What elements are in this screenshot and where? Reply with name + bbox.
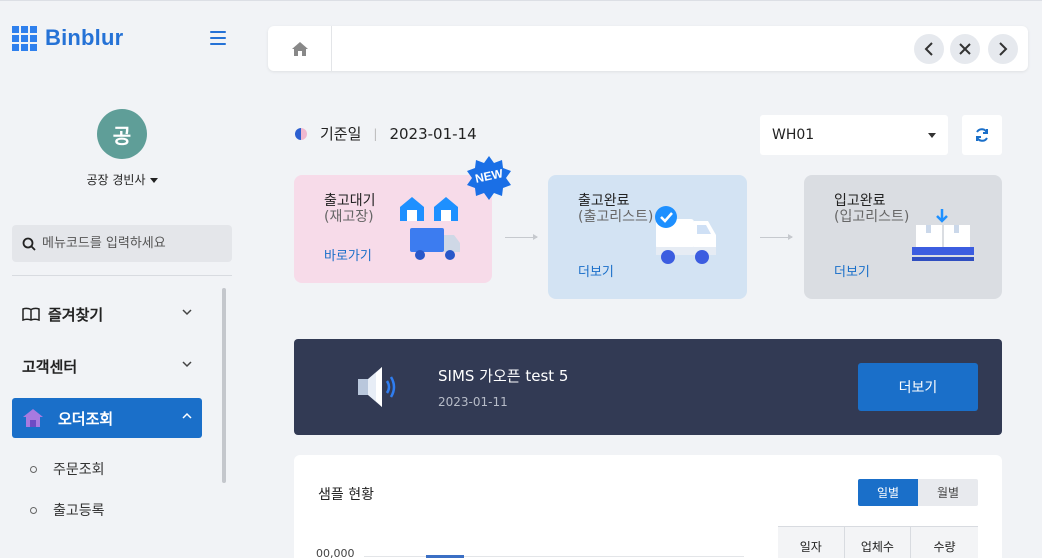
sample-table-header: 일자 업체수 수량 [778, 526, 978, 558]
logo-text: Binblur [45, 25, 124, 50]
sidebar: Binblur 공 공장 경빈사 즐겨찾기 고객센터 오더조회 주문조회 출고등… [0, 1, 244, 558]
menu-item-label: 오더조회 [58, 409, 114, 428]
user-name: 공장 경빈사 [86, 173, 146, 187]
notice-date: 2023-01-11 [438, 395, 508, 409]
search-icon [22, 237, 36, 251]
warehouse-truck-icon [400, 197, 460, 260]
chevron-down-icon [182, 309, 192, 316]
home-icon [291, 41, 308, 56]
prev-tab-button[interactable] [914, 34, 944, 64]
flow-arrow [505, 234, 538, 240]
avatar[interactable]: 공 [97, 109, 147, 159]
submenu-label: 주문조회 [53, 462, 105, 478]
card-link[interactable]: 더보기 [578, 261, 614, 280]
delivery-truck-check-icon [655, 206, 716, 264]
book-icon [22, 307, 40, 321]
notice-more-button[interactable]: 더보기 [858, 363, 978, 411]
warehouse-selected: WH01 [772, 127, 815, 143]
home-icon [23, 409, 43, 427]
column-header-date[interactable]: 일자 [778, 527, 845, 558]
column-header-quantity[interactable]: 수량 [911, 527, 978, 558]
menu-search-input[interactable] [42, 236, 222, 251]
warehouse-select[interactable]: WH01 [760, 115, 948, 155]
menu-item-customer-center[interactable]: 고객센터 [12, 346, 202, 386]
pallet-boxes-icon [912, 209, 974, 261]
close-tab-button[interactable] [950, 34, 980, 64]
submenu-label: 출고등록 [53, 503, 105, 519]
next-tab-button[interactable] [988, 34, 1018, 64]
y-axis-tick: 00,000 [316, 547, 355, 558]
brand-logo[interactable]: Binblur [12, 25, 123, 51]
separator: | [373, 126, 378, 141]
hamburger-menu-icon[interactable] [210, 31, 226, 45]
sidebar-scrollbar[interactable] [222, 288, 226, 483]
divider [12, 275, 232, 276]
refresh-button[interactable] [962, 115, 1002, 155]
card-title: 입고완료 [834, 193, 886, 209]
sample-title: 샘플 현황 [318, 487, 374, 503]
new-badge: NEW [466, 155, 512, 201]
bullet-icon [30, 506, 37, 514]
base-date-value[interactable]: 2023-01-14 [389, 125, 476, 143]
menu-item-label: 고객센터 [22, 357, 78, 376]
card-receiving-done[interactable]: 입고완료 (입고리스트) 더보기 [804, 175, 1002, 299]
menu-item-order-inquiry[interactable]: 오더조회 [12, 398, 202, 438]
base-date-label: 기준일 [320, 125, 362, 143]
chevron-down-icon [182, 361, 192, 368]
submenu-item-shipment-register[interactable]: 출고등록 [30, 500, 105, 520]
notice-title[interactable]: SIMS 가오픈 test 5 [438, 365, 568, 386]
close-icon [959, 43, 971, 55]
home-tab[interactable] [268, 26, 332, 71]
card-title: 출고완료 [578, 193, 630, 209]
menu-item-label: 즐겨찾기 [48, 305, 104, 324]
chevron-up-icon [182, 412, 192, 419]
sample-status-panel: 샘플 현황 일별 월별 00,000 일자 업체수 수량 [294, 455, 1002, 558]
card-title: 출고대기 [324, 193, 376, 209]
chevron-left-icon [924, 42, 933, 56]
dropdown-arrow-icon [928, 133, 936, 138]
column-header-vendor-count[interactable]: 업체수 [845, 527, 912, 558]
chevron-right-icon [999, 42, 1008, 56]
logo-grid-icon [12, 25, 37, 51]
menu-item-favorites[interactable]: 즐겨찾기 [12, 294, 202, 334]
card-shipment-done[interactable]: 출고완료 (출고리스트) 더보기 [548, 175, 747, 299]
tab-bar [268, 26, 1028, 71]
half-circle-icon [295, 127, 307, 140]
speaker-icon [358, 367, 396, 407]
base-date-row: 기준일 | 2023-01-14 [294, 123, 477, 144]
caret-down-icon [149, 178, 158, 183]
toggle-daily[interactable]: 일별 [858, 479, 918, 506]
refresh-icon [976, 128, 988, 142]
card-link[interactable]: 더보기 [834, 261, 870, 280]
notice-banner: SIMS 가오픈 test 5 2023-01-11 더보기 [294, 339, 1002, 435]
menu-search[interactable] [12, 225, 232, 262]
submenu-item-order-search[interactable]: 주문조회 [30, 459, 105, 479]
card-link[interactable]: 바로가기 [324, 245, 372, 264]
card-shipment-waiting[interactable]: 출고대기 (재고장) 바로가기 NEW [294, 156, 511, 283]
chart-gridline [364, 556, 744, 557]
user-menu[interactable]: 공장 경빈사 [0, 171, 244, 188]
bullet-icon [30, 465, 37, 473]
toggle-monthly[interactable]: 월별 [918, 479, 978, 506]
flow-arrow [760, 234, 793, 240]
